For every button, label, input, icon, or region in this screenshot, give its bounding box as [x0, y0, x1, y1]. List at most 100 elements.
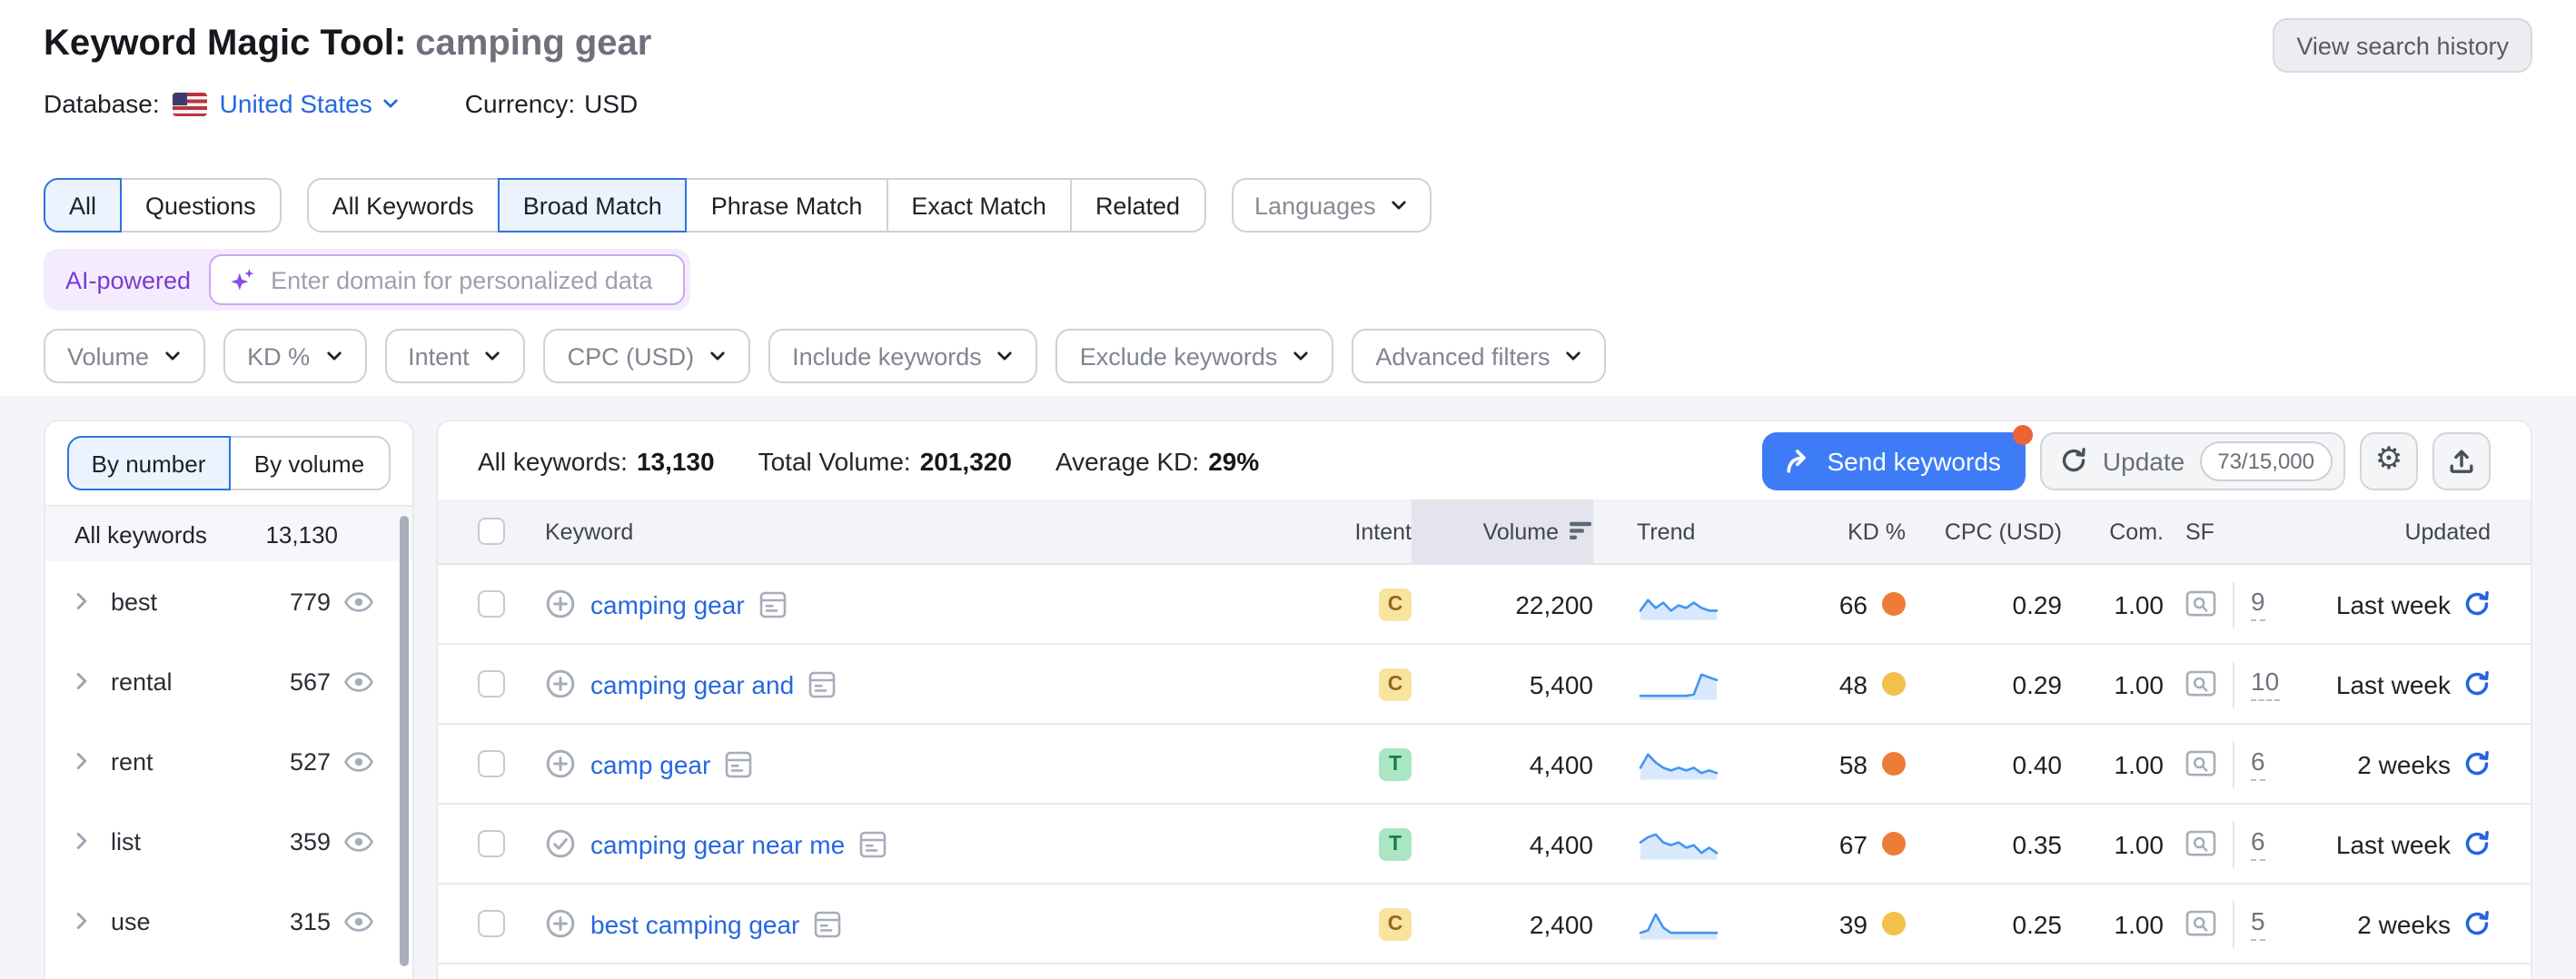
add-keyword-icon[interactable]	[545, 668, 576, 699]
sparkle-icon	[229, 266, 256, 293]
keyword-link[interactable]: camping gear	[590, 589, 745, 618]
row-checkbox[interactable]	[478, 910, 505, 937]
col-keyword[interactable]: Keyword	[545, 499, 1324, 563]
keyword-link[interactable]: camping gear and	[590, 669, 794, 698]
divider	[2233, 900, 2234, 947]
divider	[2233, 580, 2234, 628]
sf-value[interactable]: 10	[2251, 668, 2279, 700]
col-intent[interactable]: Intent	[1324, 499, 1412, 563]
sf-value[interactable]: 9	[2251, 588, 2265, 620]
intent-cell: C	[1324, 668, 1412, 700]
sidebar-group-list[interactable]: list 359	[45, 801, 412, 881]
table-row-camp-gear: camp gear T 4,400 58 0.40 1.00 6 2 weeks	[438, 725, 2531, 805]
filter-exclude-keywords[interactable]: Exclude keywords	[1056, 329, 1334, 383]
filter-kd[interactable]: KD %	[223, 329, 366, 383]
serp-preview-icon[interactable]	[2185, 590, 2216, 618]
select-all-checkbox[interactable]	[478, 518, 505, 545]
row-checkbox[interactable]	[478, 750, 505, 777]
tab-related[interactable]: Related	[1070, 178, 1205, 232]
sf-value[interactable]: 6	[2251, 827, 2265, 860]
serp-features-icon[interactable]	[759, 589, 787, 618]
col-kd[interactable]: KD %	[1768, 499, 1906, 563]
serp-features-icon[interactable]	[859, 829, 887, 858]
keyword-link[interactable]: camping gear near me	[590, 829, 845, 858]
col-com[interactable]: Com.	[2062, 499, 2164, 563]
eye-icon[interactable]	[343, 905, 374, 936]
tab-all[interactable]: All	[44, 178, 122, 232]
col-updated[interactable]: Updated	[2309, 499, 2491, 563]
keyword-link[interactable]: camp gear	[590, 749, 710, 778]
row-checkbox[interactable]	[478, 830, 505, 857]
toggle-by-volume[interactable]: By volume	[228, 436, 391, 490]
send-keywords-button[interactable]: Send keywords	[1761, 431, 2026, 490]
col-trend[interactable]: Trend	[1593, 499, 1768, 563]
cpc-cell: 0.25	[1906, 909, 2062, 938]
filter-advanced-filters[interactable]: Advanced filters	[1352, 329, 1606, 383]
keyword-link[interactable]: best camping gear	[590, 909, 799, 938]
updated-value: 2 weeks	[2357, 749, 2451, 778]
sidebar-group-rent[interactable]: rent 527	[45, 721, 412, 801]
domain-input[interactable]	[271, 266, 665, 293]
trend-sparkline	[1593, 588, 1768, 620]
tab-exact-match[interactable]: Exact Match	[886, 178, 1072, 232]
stat-average-kd: Average KD:29%	[1055, 446, 1259, 475]
refresh-keyword-icon[interactable]	[2463, 670, 2491, 697]
eye-icon[interactable]	[343, 666, 374, 697]
sidebar-group-use[interactable]: use 315	[45, 881, 412, 961]
kd-dot	[1882, 592, 1906, 616]
serp-features-icon[interactable]	[725, 749, 752, 778]
export-button[interactable]	[2432, 431, 2491, 490]
tab-broad-match[interactable]: Broad Match	[498, 178, 688, 232]
settings-button[interactable]: ⚙	[2360, 431, 2418, 490]
serp-features-icon[interactable]	[808, 669, 836, 698]
added-check-icon[interactable]	[545, 828, 576, 859]
refresh-keyword-icon[interactable]	[2463, 750, 2491, 777]
col-cpc[interactable]: CPC (USD)	[1906, 499, 2062, 563]
volume-cell: 4,400	[1412, 749, 1593, 778]
row-select-cell	[478, 910, 545, 937]
filter-intent[interactable]: Intent	[384, 329, 526, 383]
serp-preview-icon[interactable]	[2185, 670, 2216, 697]
tab-phrase-match[interactable]: Phrase Match	[686, 178, 888, 232]
keyword-cell: camping gear and	[545, 668, 1324, 699]
refresh-keyword-icon[interactable]	[2463, 910, 2491, 937]
col-volume[interactable]: Volume	[1412, 499, 1593, 563]
toggle-by-number[interactable]: By number	[67, 436, 230, 490]
sf-value[interactable]: 6	[2251, 747, 2265, 780]
row-checkbox[interactable]	[478, 670, 505, 697]
filter-volume[interactable]: Volume	[44, 329, 205, 383]
kd-value: 39	[1839, 909, 1868, 938]
languages-dropdown[interactable]: Languages	[1231, 178, 1432, 232]
intent-badge: C	[1379, 907, 1412, 940]
add-keyword-icon[interactable]	[545, 908, 576, 939]
serp-preview-icon[interactable]	[2185, 750, 2216, 777]
serp-preview-icon[interactable]	[2185, 910, 2216, 937]
eye-icon[interactable]	[343, 826, 374, 856]
add-keyword-icon[interactable]	[545, 748, 576, 779]
eye-icon[interactable]	[343, 586, 374, 617]
update-button[interactable]: Update 73/15,000	[2041, 431, 2345, 490]
row-checkbox[interactable]	[478, 590, 505, 618]
sidebar-group-best[interactable]: best 779	[45, 561, 412, 641]
eye-icon[interactable]	[343, 746, 374, 776]
page-title: Keyword Magic Tool:camping gear	[44, 24, 651, 65]
view-search-history-button[interactable]: View search history	[2273, 18, 2532, 73]
refresh-keyword-icon[interactable]	[2463, 590, 2491, 618]
kd-cell: 48	[1768, 669, 1906, 698]
sidebar-group-rental[interactable]: rental 567	[45, 641, 412, 721]
col-sf[interactable]: SF	[2164, 499, 2309, 563]
sidebar-item-all-keywords[interactable]: All keywords 13,130	[45, 507, 412, 561]
refresh-keyword-icon[interactable]	[2463, 830, 2491, 857]
filter-include-keywords[interactable]: Include keywords	[768, 329, 1038, 383]
sf-value[interactable]: 5	[2251, 907, 2265, 940]
sidebar-scrollbar[interactable]	[400, 516, 409, 966]
chevron-down-icon	[163, 347, 182, 365]
intent-badge: C	[1379, 668, 1412, 700]
add-keyword-icon[interactable]	[545, 588, 576, 619]
tab-all-keywords[interactable]: All Keywords	[307, 178, 500, 232]
database-select[interactable]: United States	[220, 89, 400, 118]
filter-cpc-usd[interactable]: CPC (USD)	[544, 329, 751, 383]
serp-features-icon[interactable]	[814, 909, 841, 938]
tab-questions[interactable]: Questions	[120, 178, 282, 232]
serp-preview-icon[interactable]	[2185, 830, 2216, 857]
